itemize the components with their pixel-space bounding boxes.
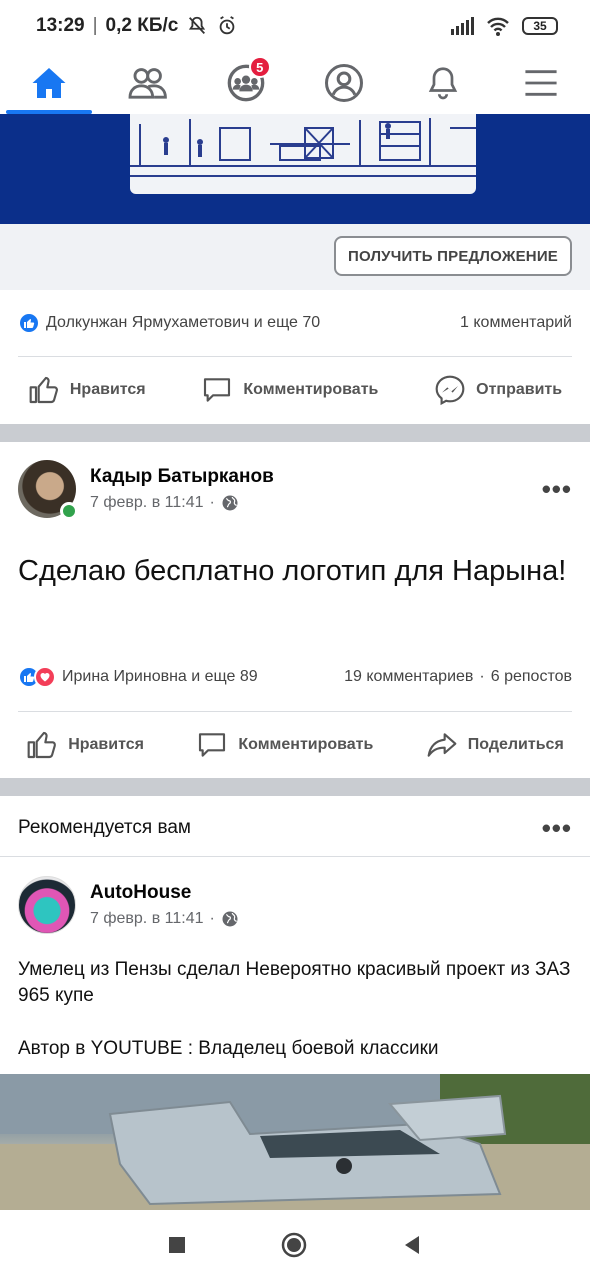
post2-header: AutoHouse 7 февр. в 11:41 · bbox=[18, 876, 572, 934]
ad-send-label: Отправить bbox=[476, 381, 563, 398]
status-right: 35 bbox=[450, 16, 558, 36]
post2-photo[interactable] bbox=[0, 1074, 590, 1210]
post2-time-row: 7 февр. в 11:41 · bbox=[90, 910, 572, 928]
factory-illustration bbox=[130, 118, 476, 177]
post1-like-button[interactable]: Нравится bbox=[26, 729, 144, 761]
ad-illustration bbox=[130, 114, 476, 194]
post2-text-line1: Умелец из Пензы сделал Невероятно красив… bbox=[18, 959, 571, 1006]
nav-friends[interactable] bbox=[98, 52, 196, 114]
post1-reactions-row: Ирина Ириновна и еще 89 19 комментариев … bbox=[18, 664, 572, 690]
dot-separator: · bbox=[209, 494, 215, 511]
recent-apps-button[interactable] bbox=[167, 1235, 187, 1255]
post1-reactions-summary[interactable]: Ирина Ириновна и еще 89 bbox=[18, 666, 258, 688]
post1-shares-count[interactable]: 6 репостов bbox=[491, 668, 572, 686]
recommended-divider bbox=[0, 856, 590, 857]
dot-separator: · bbox=[209, 910, 215, 927]
post1-comment-label: Комментировать bbox=[238, 736, 374, 753]
status-time: 13:29 bbox=[36, 15, 85, 36]
recommended-more-button[interactable]: ••• bbox=[542, 813, 572, 844]
post1-header: Кадыр Батырканов 7 февр. в 11:41 · ••• bbox=[18, 460, 572, 520]
status-left: 13:29 | 0,2 КБ/с bbox=[36, 15, 238, 37]
post2-text-line2: Автор в YOUTUBE : Владелец боевой класси… bbox=[18, 1038, 439, 1059]
ad-comment-button[interactable]: Комментировать bbox=[201, 374, 378, 406]
recommended-title: Рекомендуется вам bbox=[18, 817, 191, 838]
ad-cta-bar: ПОЛУЧИТЬ ПРЕДЛОЖЕНИЕ bbox=[0, 224, 590, 290]
ad-like-label: Нравится bbox=[69, 381, 146, 398]
alarm-icon bbox=[220, 16, 235, 35]
post1-time[interactable]: 7 февр. в 11:41 bbox=[90, 494, 204, 512]
home-icon bbox=[32, 68, 66, 98]
dot-separator: · bbox=[479, 668, 485, 685]
online-indicator bbox=[60, 502, 78, 520]
reaction-icons bbox=[18, 666, 56, 688]
battery-indicator: 35 bbox=[522, 17, 558, 35]
get-offer-button[interactable]: ПОЛУЧИТЬ ПРЕДЛОЖЕНИЕ bbox=[333, 236, 572, 276]
ad-image[interactable] bbox=[0, 114, 590, 224]
ad-like-button[interactable]: Нравится bbox=[28, 374, 146, 406]
ad-send-button[interactable]: Отправить bbox=[434, 374, 562, 406]
nav-menu[interactable] bbox=[492, 52, 590, 114]
post1-more-button[interactable]: ••• bbox=[542, 474, 572, 505]
post1-reactions-text: Ирина Ириновна и еще 89 bbox=[62, 668, 258, 685]
feed-separator bbox=[0, 424, 590, 442]
friends-icon bbox=[128, 68, 168, 99]
love-reaction-icon bbox=[34, 666, 56, 688]
ad-reactions-text: Долкунжан Ярмухаметович и еще 70 bbox=[46, 314, 321, 331]
post2-time[interactable]: 7 февр. в 11:41 bbox=[90, 910, 204, 928]
signal-icon bbox=[451, 17, 474, 35]
car-image bbox=[0, 1074, 590, 1210]
post1-author[interactable]: Кадыр Батырканов bbox=[90, 466, 542, 488]
share-icon bbox=[427, 733, 457, 757]
post1-like-label: Нравится bbox=[68, 736, 144, 753]
post1-comments-count[interactable]: 19 комментариев bbox=[344, 668, 473, 686]
post2-meta: AutoHouse 7 февр. в 11:41 · bbox=[90, 882, 572, 928]
post1-counts: 19 комментариев · 6 репостов bbox=[344, 668, 572, 686]
post2-author[interactable]: AutoHouse bbox=[90, 882, 572, 904]
post1-action-row: Нравится Комментировать Поделиться bbox=[0, 712, 590, 778]
mute-icon bbox=[189, 16, 206, 34]
post1-share-button[interactable]: Поделиться bbox=[426, 729, 564, 761]
thumbs-up-icon bbox=[29, 376, 58, 404]
like-reaction-icon bbox=[18, 312, 40, 334]
comment-icon bbox=[204, 378, 231, 402]
ad-action-row: Нравится Комментировать Отправить bbox=[0, 357, 590, 423]
status-bar: 13:29 | 0,2 КБ/с 35 bbox=[0, 0, 590, 52]
top-nav: 5 bbox=[0, 52, 590, 114]
ad-reactions-summary[interactable]: Долкунжан Ярмухаметович и еще 70 bbox=[18, 312, 320, 334]
groups-badge: 5 bbox=[248, 56, 271, 78]
status-sep: | bbox=[92, 15, 98, 36]
bell-icon bbox=[428, 67, 457, 100]
nav-profile[interactable] bbox=[295, 52, 393, 114]
post1-share-label: Поделиться bbox=[467, 736, 564, 753]
globe-icon bbox=[222, 911, 238, 927]
ad-reactions-row: Долкунжан Ярмухаметович и еще 70 1 комме… bbox=[18, 310, 572, 336]
ad-comment-label: Комментировать bbox=[243, 381, 379, 398]
globe-icon bbox=[222, 495, 238, 511]
recommended-header: Рекомендуется вам ••• bbox=[18, 808, 572, 848]
post1-text: Сделаю бесплатно логотип для Нарына! bbox=[18, 555, 567, 587]
nav-home[interactable] bbox=[0, 52, 98, 114]
post1-avatar[interactable] bbox=[18, 460, 78, 520]
wifi-icon bbox=[487, 17, 509, 36]
thumbs-up-icon bbox=[27, 731, 57, 759]
status-speed: 0,2 КБ/с bbox=[105, 15, 179, 36]
profile-icon bbox=[325, 64, 364, 102]
post1-comment-button[interactable]: Комментировать bbox=[196, 729, 373, 761]
menu-icon bbox=[525, 70, 557, 96]
post1-time-row: 7 февр. в 11:41 · bbox=[90, 494, 542, 512]
nav-notifications[interactable] bbox=[394, 52, 492, 114]
home-button[interactable] bbox=[280, 1231, 308, 1259]
ad-comments-count[interactable]: 1 комментарий bbox=[460, 314, 572, 332]
feed-separator bbox=[0, 778, 590, 796]
post1-meta: Кадыр Батырканов 7 февр. в 11:41 · bbox=[90, 466, 542, 512]
android-nav-bar bbox=[0, 1210, 590, 1280]
comment-icon bbox=[199, 733, 226, 757]
post2-avatar[interactable] bbox=[18, 876, 76, 934]
back-button[interactable] bbox=[401, 1234, 423, 1256]
nav-groups[interactable]: 5 bbox=[197, 52, 295, 114]
messenger-icon bbox=[435, 375, 465, 406]
